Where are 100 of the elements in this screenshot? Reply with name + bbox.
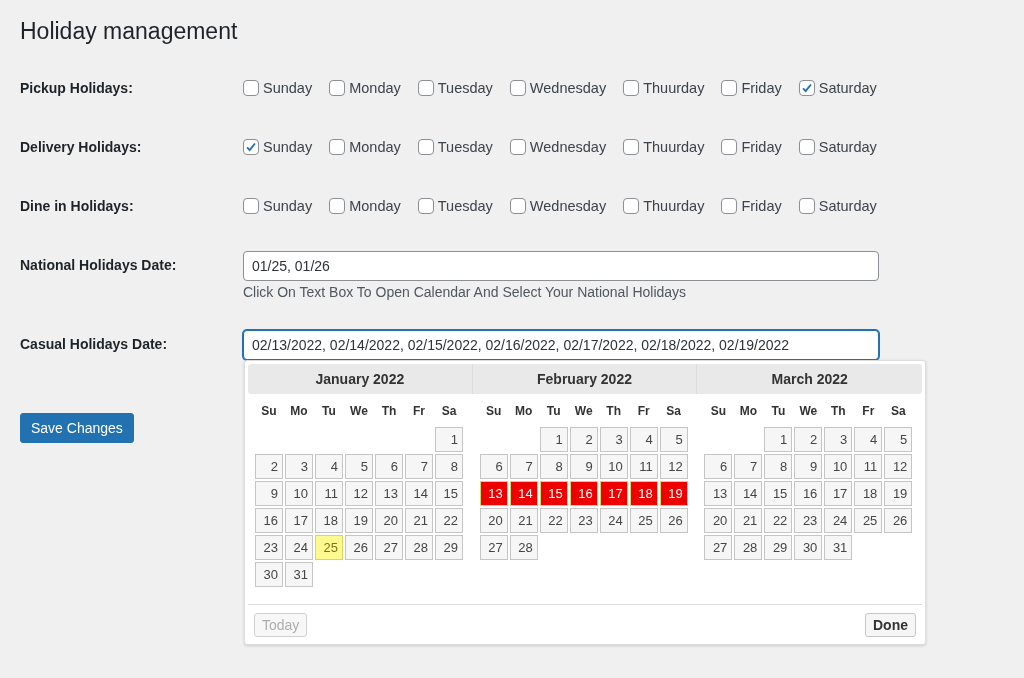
checkbox[interactable] bbox=[329, 139, 346, 155]
day-cell[interactable]: 1 bbox=[764, 427, 793, 452]
checkbox[interactable] bbox=[329, 80, 346, 96]
done-button[interactable]: Done bbox=[865, 613, 916, 637]
checkbox[interactable] bbox=[417, 80, 434, 96]
checkbox-label[interactable]: Friday bbox=[741, 80, 782, 96]
day-cell[interactable]: 28 bbox=[509, 535, 538, 560]
checkbox-label[interactable]: Thuurday bbox=[643, 198, 705, 214]
day-cell[interactable]: 11 bbox=[315, 481, 343, 506]
day-cell[interactable]: 15 bbox=[435, 481, 463, 506]
day-cell[interactable]: 19 bbox=[659, 481, 688, 506]
day-cell[interactable]: 20 bbox=[479, 508, 508, 533]
day-cell[interactable]: 21 bbox=[509, 508, 538, 533]
day-cell[interactable]: 16 bbox=[255, 508, 283, 533]
day-cell[interactable]: 10 bbox=[285, 481, 313, 506]
day-cell[interactable]: 5 bbox=[659, 427, 688, 452]
day-cell[interactable]: 21 bbox=[734, 508, 763, 533]
day-cell[interactable]: 25 bbox=[854, 508, 883, 533]
day-cell[interactable]: 27 bbox=[704, 535, 733, 560]
day-cell[interactable]: 26 bbox=[659, 508, 688, 533]
checkbox[interactable] bbox=[509, 139, 526, 155]
day-cell[interactable]: 9 bbox=[255, 481, 283, 506]
day-cell[interactable]: 30 bbox=[794, 535, 823, 560]
day-cell[interactable]: 18 bbox=[854, 481, 883, 506]
day-cell[interactable]: 13 bbox=[479, 481, 508, 506]
day-cell[interactable]: 31 bbox=[824, 535, 853, 560]
day-cell[interactable]: 28 bbox=[734, 535, 763, 560]
checkbox-label[interactable]: Tuesday bbox=[437, 198, 493, 214]
day-cell[interactable]: 22 bbox=[539, 508, 568, 533]
checkbox[interactable] bbox=[798, 80, 815, 96]
day-cell[interactable]: 19 bbox=[345, 508, 373, 533]
day-cell[interactable]: 7 bbox=[405, 454, 433, 479]
checkbox[interactable] bbox=[721, 198, 738, 214]
day-cell[interactable]: 28 bbox=[405, 535, 433, 560]
checkbox-label[interactable]: Wednesday bbox=[529, 198, 607, 214]
checkbox[interactable] bbox=[329, 198, 346, 214]
day-cell[interactable]: 3 bbox=[824, 427, 853, 452]
checkbox-label[interactable]: Saturday bbox=[818, 198, 877, 214]
day-cell[interactable]: 9 bbox=[794, 454, 823, 479]
day-cell[interactable]: 11 bbox=[854, 454, 883, 479]
checkbox-label[interactable]: Saturday bbox=[818, 80, 877, 96]
checkbox[interactable] bbox=[417, 198, 434, 214]
day-cell[interactable]: 10 bbox=[824, 454, 853, 479]
checkbox-label[interactable]: Monday bbox=[349, 198, 401, 214]
day-cell[interactable]: 21 bbox=[405, 508, 433, 533]
checkbox-label[interactable]: Thuurday bbox=[643, 80, 705, 96]
day-cell[interactable]: 22 bbox=[435, 508, 463, 533]
checkbox[interactable] bbox=[721, 80, 738, 96]
day-cell[interactable]: 1 bbox=[435, 427, 463, 452]
save-button[interactable]: Save Changes bbox=[20, 413, 134, 443]
day-cell[interactable]: 7 bbox=[509, 454, 538, 479]
day-cell[interactable]: 8 bbox=[764, 454, 793, 479]
day-cell[interactable]: 25 bbox=[629, 508, 658, 533]
day-cell[interactable]: 27 bbox=[375, 535, 403, 560]
day-cell[interactable]: 6 bbox=[704, 454, 733, 479]
checkbox-label[interactable]: Thuurday bbox=[643, 139, 705, 155]
checkbox-label[interactable]: Monday bbox=[349, 80, 401, 96]
day-cell[interactable]: 31 bbox=[285, 562, 313, 587]
checkbox-label[interactable]: Friday bbox=[741, 139, 782, 155]
day-cell[interactable]: 2 bbox=[569, 427, 598, 452]
day-cell[interactable]: 12 bbox=[659, 454, 688, 479]
day-cell[interactable]: 27 bbox=[479, 535, 508, 560]
checkbox[interactable] bbox=[623, 139, 640, 155]
day-cell[interactable]: 29 bbox=[435, 535, 463, 560]
day-cell[interactable]: 18 bbox=[315, 508, 343, 533]
day-cell[interactable]: 29 bbox=[764, 535, 793, 560]
day-cell[interactable]: 13 bbox=[375, 481, 403, 506]
day-cell[interactable]: 20 bbox=[704, 508, 733, 533]
day-cell[interactable]: 15 bbox=[764, 481, 793, 506]
checkbox[interactable] bbox=[243, 80, 259, 96]
day-cell[interactable]: 18 bbox=[629, 481, 658, 506]
day-cell[interactable]: 2 bbox=[255, 454, 283, 479]
day-cell[interactable]: 6 bbox=[479, 454, 508, 479]
checkbox[interactable] bbox=[721, 139, 738, 155]
checkbox-label[interactable]: Friday bbox=[741, 198, 782, 214]
day-cell[interactable]: 4 bbox=[854, 427, 883, 452]
day-cell[interactable]: 14 bbox=[509, 481, 538, 506]
day-cell[interactable]: 17 bbox=[285, 508, 313, 533]
day-cell[interactable]: 17 bbox=[599, 481, 628, 506]
day-cell[interactable]: 24 bbox=[599, 508, 628, 533]
day-cell[interactable]: 25 bbox=[315, 535, 343, 560]
checkbox[interactable] bbox=[243, 198, 259, 214]
date-field[interactable]: 01/25, 01/26 bbox=[243, 251, 879, 281]
day-cell[interactable]: 1 bbox=[539, 427, 568, 452]
day-cell[interactable]: 8 bbox=[539, 454, 568, 479]
checkbox[interactable] bbox=[243, 139, 259, 155]
day-cell[interactable]: 23 bbox=[255, 535, 283, 560]
day-cell[interactable]: 13 bbox=[704, 481, 733, 506]
day-cell[interactable]: 22 bbox=[764, 508, 793, 533]
day-cell[interactable]: 20 bbox=[375, 508, 403, 533]
checkbox[interactable] bbox=[623, 80, 640, 96]
date-field[interactable]: 02/13/2022, 02/14/2022, 02/15/2022, 02/16/2022, 02/17/2022, 02/18/2022, 02/19/2022 bbox=[243, 330, 879, 360]
checkbox-label[interactable]: Sunday bbox=[263, 198, 313, 214]
day-cell[interactable]: 4 bbox=[315, 454, 343, 479]
checkbox[interactable] bbox=[509, 80, 526, 96]
day-cell[interactable]: 30 bbox=[255, 562, 283, 587]
checkbox-label[interactable]: Tuesday bbox=[437, 80, 493, 96]
day-cell[interactable]: 5 bbox=[345, 454, 373, 479]
day-cell[interactable]: 26 bbox=[884, 508, 913, 533]
day-cell[interactable]: 3 bbox=[599, 427, 628, 452]
